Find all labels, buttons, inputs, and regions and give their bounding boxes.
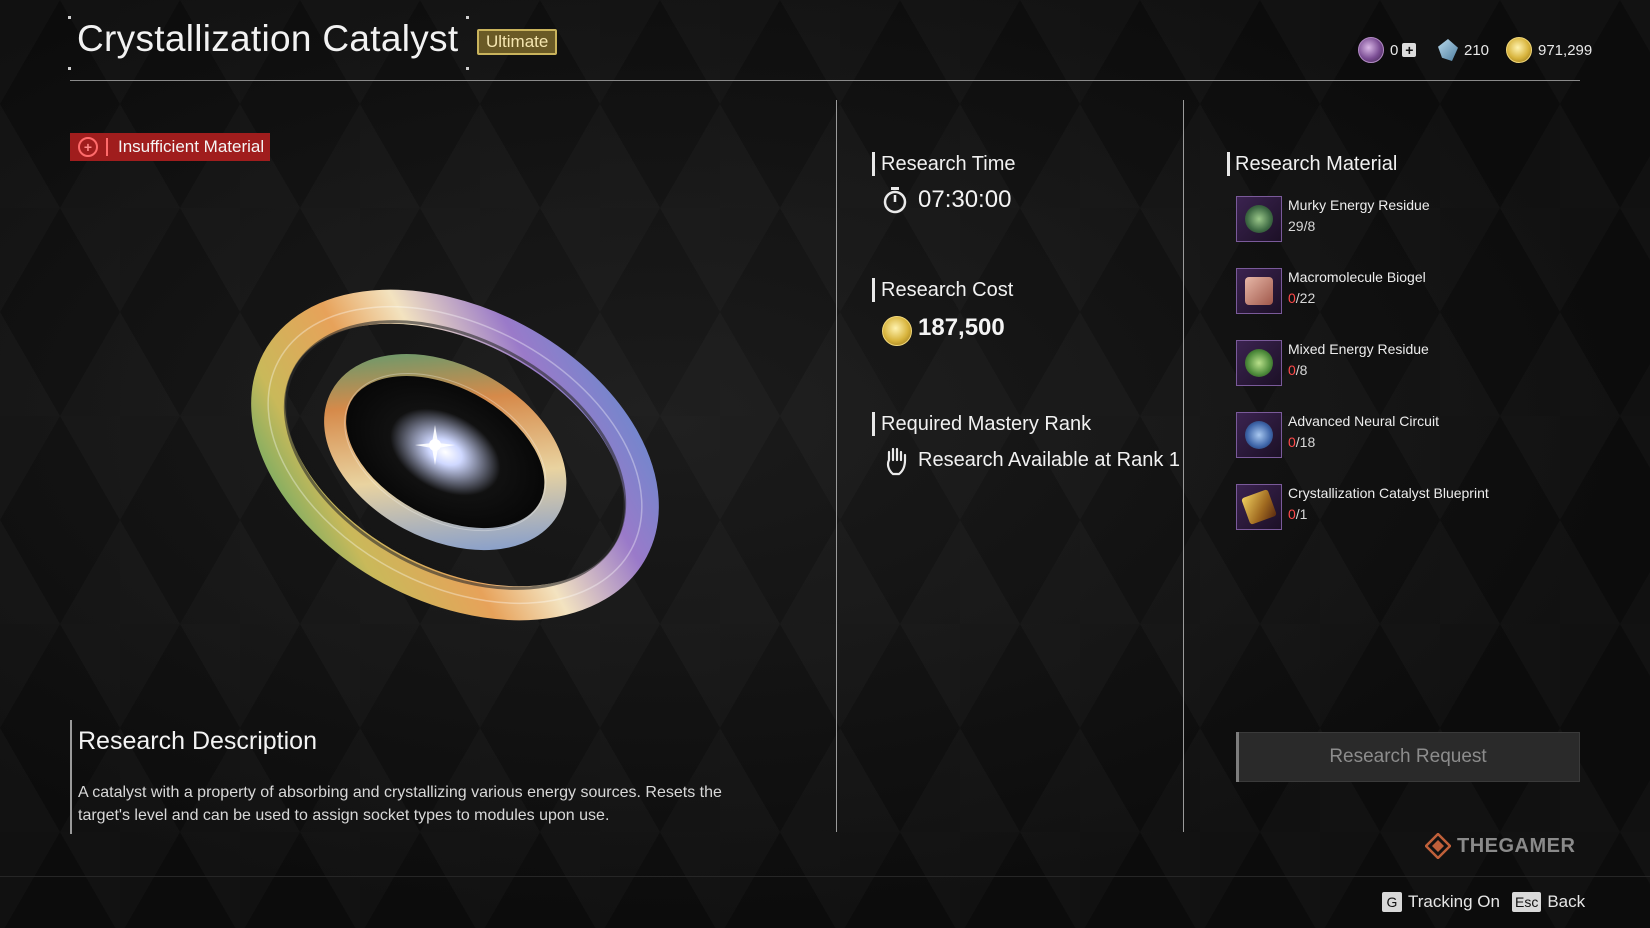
murky-energy-residue-icon (1236, 196, 1282, 242)
material-count: 0/22 (1288, 290, 1316, 306)
currency-shard: 210 (1438, 38, 1489, 62)
warning-icon: + (78, 137, 98, 157)
material-item[interactable]: Crystallization Catalyst Blueprint 0/1 (1236, 484, 1566, 534)
description-title: Research Description (78, 727, 317, 755)
tracking-label: Tracking On (1408, 892, 1500, 911)
header-divider (70, 80, 1580, 81)
section-accent-bar (1227, 152, 1230, 176)
material-count: 0/1 (1288, 506, 1308, 522)
description-text: A catalyst with a property of absorbing … (78, 784, 722, 824)
material-count: 0/8 (1288, 362, 1308, 378)
research-cost-label: Research Cost (881, 279, 1014, 301)
material-item[interactable]: Advanced Neural Circuit 0/18 (1236, 412, 1566, 462)
gold-coin-icon (1506, 37, 1532, 63)
material-count: 29/8 (1288, 218, 1316, 234)
watermark: THEGAMER (1425, 833, 1575, 859)
material-name: Crystallization Catalyst Blueprint (1288, 485, 1489, 501)
crystal-currency-icon (1358, 37, 1384, 63)
insufficient-material-badge: + Insufficient Material (70, 133, 271, 161)
shard-currency-icon (1438, 39, 1458, 61)
back-label: Back (1547, 892, 1586, 911)
hand-icon (886, 447, 907, 476)
corner-marker (466, 16, 469, 19)
column-divider (1183, 100, 1184, 832)
section-accent-bar (872, 152, 875, 176)
material-name: Murky Energy Residue (1288, 197, 1430, 213)
stopwatch-icon (883, 187, 907, 214)
research-time-value: 07:30:00 (918, 186, 1012, 213)
description-accent-bar (70, 720, 72, 834)
blueprint-icon (1236, 484, 1282, 530)
currency-gold: 971,299 (1506, 37, 1593, 63)
page-title: Crystallization Catalyst (77, 18, 459, 59)
mastery-label: Required Mastery Rank (881, 413, 1092, 435)
material-item[interactable]: Mixed Energy Residue 0/8 (1236, 340, 1566, 390)
footer-divider (0, 876, 1650, 877)
material-item[interactable]: Murky Energy Residue 29/8 (1236, 196, 1566, 246)
currency-value: 971,299 (1538, 41, 1593, 59)
back-button[interactable]: Esc Back (1512, 892, 1585, 912)
button-accent-edge (1236, 732, 1239, 782)
gold-coin-icon (882, 316, 912, 346)
material-name: Advanced Neural Circuit (1288, 413, 1439, 429)
currency-value: 0 (1390, 41, 1399, 59)
watermark-logo-icon (1425, 833, 1451, 859)
material-name: Macromolecule Biogel (1288, 269, 1426, 285)
biogel-icon (1236, 268, 1282, 314)
research-request-button[interactable]: Research Request (1236, 732, 1580, 782)
corner-marker (68, 16, 71, 19)
research-time-label: Research Time (881, 153, 1016, 175)
tracking-toggle[interactable]: G Tracking On (1382, 892, 1500, 912)
section-accent-bar (872, 412, 875, 436)
add-currency-button[interactable]: + (1402, 43, 1417, 57)
currency-crystal: 0 + (1358, 37, 1417, 63)
mixed-energy-residue-icon (1236, 340, 1282, 386)
research-material-label: Research Material (1235, 153, 1398, 175)
warning-text: Insufficient Material (118, 137, 265, 156)
research-cost-value: 187,500 (918, 314, 1005, 341)
material-name: Mixed Energy Residue (1288, 341, 1429, 357)
material-count: 0/18 (1288, 434, 1316, 450)
corner-marker (68, 67, 71, 70)
material-item[interactable]: Macromolecule Biogel 0/22 (1236, 268, 1566, 318)
badge-separator (106, 138, 108, 156)
section-accent-bar (872, 278, 875, 302)
column-divider (836, 100, 837, 832)
grade-badge: Ultimate (477, 29, 558, 55)
mastery-value: Research Available at Rank 1 (918, 449, 1181, 471)
neural-circuit-icon (1236, 412, 1282, 458)
watermark-text: THEGAMER (1457, 834, 1576, 857)
corner-marker (466, 67, 469, 70)
key-esc-icon: Esc (1512, 892, 1542, 912)
key-g-icon: G (1382, 892, 1402, 912)
item-ring-artwork (251, 289, 659, 621)
currency-value: 210 (1464, 41, 1490, 59)
